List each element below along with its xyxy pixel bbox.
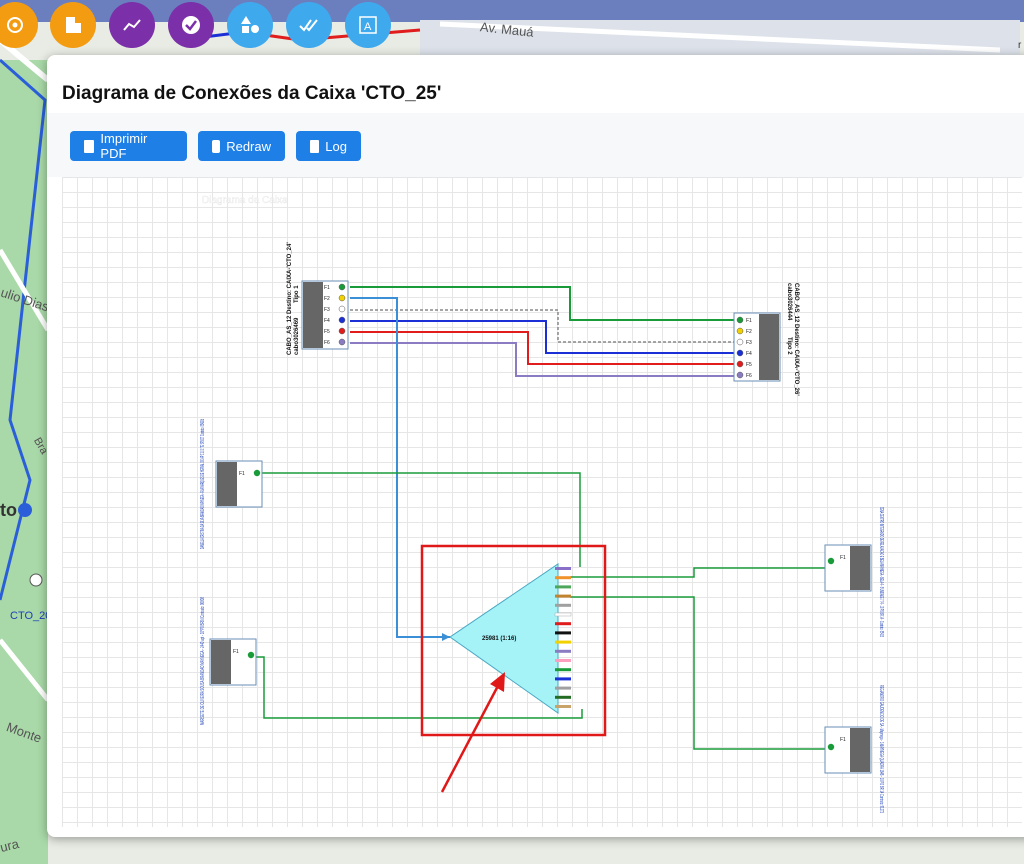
- target-icon: [7, 17, 23, 33]
- map-corner-label: r: [1018, 40, 1022, 51]
- route-icon: [123, 19, 141, 31]
- cable-left-fiber-label: F4: [324, 318, 330, 324]
- cable-right-fiber-label: F2: [746, 329, 752, 335]
- cable-right-fiber-label: F3: [746, 340, 752, 346]
- splitter-output-port[interactable]: [555, 686, 571, 690]
- cable-right-fiber-dot[interactable]: [736, 360, 744, 368]
- street-label-to: to: [0, 500, 17, 520]
- splitter-label: 25981 (1:16): [482, 636, 516, 642]
- cable-left-fiber-label: F1: [324, 285, 330, 291]
- building-button[interactable]: [50, 2, 96, 48]
- map-cto-label[interactable]: CTO_20: [10, 610, 51, 622]
- svg-text:A: A: [364, 21, 372, 33]
- client-1-port: F1: [239, 471, 245, 477]
- client-2-text: MARISETE DE OLIVEIRA SOUSA BRANDAO MAYNE…: [200, 597, 206, 725]
- text-frame-icon: A: [359, 16, 377, 34]
- check-button[interactable]: [168, 2, 214, 48]
- check-icon: [182, 16, 200, 34]
- cable-right-fiber-label: F6: [746, 373, 752, 379]
- cable-right-fiber-dot[interactable]: [736, 371, 744, 379]
- annotation-arrow: [440, 672, 505, 793]
- splitter-output-port[interactable]: [555, 677, 571, 681]
- cable-left-name: cabo3026469: [294, 317, 300, 355]
- cable-right-fiber-dot[interactable]: [736, 327, 744, 335]
- splitter-output-port[interactable]: [555, 705, 571, 708]
- cable-left-fiber-label: F3: [324, 307, 330, 313]
- client-box-2[interactable]: F1 MARISETE DE OLIVEIRA SOUSA BRANDAO MA…: [200, 597, 257, 725]
- splitter-output-port[interactable]: [555, 668, 571, 672]
- cable-left-fiber-dot[interactable]: [338, 283, 346, 291]
- document-icon: [84, 139, 95, 153]
- splitter[interactable]: 25981 (1:16): [442, 563, 572, 714]
- client-2-port: F1: [233, 649, 239, 655]
- cable-right-fiber-dot[interactable]: [736, 338, 744, 346]
- client-3-port: F1: [840, 555, 846, 561]
- target-button[interactable]: [0, 2, 38, 48]
- cable-left-tipo: Tipo 1: [294, 285, 300, 303]
- cable-left-fiber-dot[interactable]: [338, 338, 346, 346]
- cable-right-name: cabo3026444: [786, 283, 792, 321]
- connection-diagram-modal: Diagrama de Conexões da Caixa 'CTO_25' I…: [47, 55, 1024, 837]
- splitter-output-port[interactable]: [555, 622, 571, 626]
- shapes-button[interactable]: [227, 2, 273, 48]
- modal-action-bar: [47, 113, 1024, 177]
- cable-left-fiber-dot[interactable]: [338, 294, 346, 302]
- splitter-output-port[interactable]: [555, 603, 571, 607]
- splitter-output-port[interactable]: [555, 567, 571, 570]
- cable-right-fiber-label: F4: [746, 351, 752, 357]
- cable-right-fiber-label: F1: [746, 318, 752, 324]
- splitter-output-port[interactable]: [555, 640, 571, 644]
- cable-left-fiber-dot[interactable]: [338, 316, 346, 324]
- client-box-3[interactable]: F1 CENA CENTRO INTEGRADO DE RELAXACAO E …: [824, 507, 884, 637]
- map-toolbar: A: [0, 0, 400, 50]
- refresh-icon: [212, 139, 221, 153]
- cable-right-tipo: Tipo 2: [786, 337, 792, 355]
- building-icon: [66, 17, 81, 33]
- diagram-svg[interactable]: Diagrama da Caixa F1F2F3F4F5F6 cabo30264…: [62, 177, 1022, 827]
- route-button[interactable]: [109, 2, 155, 48]
- canvas-title: Diagrama da Caixa: [202, 195, 288, 206]
- splitter-output-port[interactable]: [555, 659, 571, 662]
- cable-left-fiber-dot[interactable]: [338, 305, 346, 313]
- cable-left-fiber-label: F2: [324, 296, 330, 302]
- log-label: Log: [325, 138, 347, 154]
- cable-right-desc: CABO_AS_12 Destino: CAIXA-'CTO_26': [793, 283, 799, 396]
- splitter-output-port[interactable]: [554, 612, 572, 617]
- cable-left-fiber-dot[interactable]: [338, 327, 346, 335]
- client-1-text: DANIELLA CRISTINA DA SILVA BRANDAO MAYNE…: [200, 419, 206, 549]
- client-4-port: F1: [840, 737, 846, 743]
- splitter-output-port[interactable]: [555, 631, 571, 635]
- redraw-label: Redraw: [226, 138, 271, 154]
- splitter-output-port[interactable]: [555, 585, 571, 589]
- cable-box-left[interactable]: F1 F2 F3 F4 F5 F6 cabo3026469 Tipo 1 CABO_AS_…: [287, 242, 349, 355]
- splitter-output-port[interactable]: [555, 649, 571, 653]
- cable-right-fiber-dot[interactable]: [736, 349, 744, 357]
- redraw-button[interactable]: Redraw: [198, 131, 285, 161]
- clipboard-icon: [310, 139, 320, 153]
- print-pdf-label: Imprimir PDF: [100, 131, 148, 161]
- cable-left-desc: CABO_AS_12 Destino: CAIXA-'CTO_24': [287, 242, 293, 355]
- text-frame-button[interactable]: A: [345, 2, 391, 48]
- client-box-4[interactable]: F1 REGIANDRO GAUDENCIO DE SA - Maynega -…: [824, 685, 884, 813]
- shapes-icon: [241, 16, 259, 33]
- cable-right-fiber-dot[interactable]: [736, 316, 744, 324]
- cable-left-fiber-label: F5: [324, 329, 330, 335]
- client-box-1[interactable]: F1 DANIELLA CRISTINA DA SILVA BRANDAO MA…: [200, 419, 263, 549]
- splitter-output-port[interactable]: [555, 576, 571, 580]
- splitter-output-port[interactable]: [555, 695, 571, 699]
- cable-box-right[interactable]: F1 F2 F3 F4 F5 F6 cabo3026444 Tipo 2 CABO_AS_…: [733, 283, 799, 396]
- print-pdf-button[interactable]: Imprimir PDF: [70, 131, 187, 161]
- client-3-text: CENA CENTRO INTEGRADO DE RELAXACAO E BEL…: [878, 507, 884, 637]
- cable-left-fiber-label: F6: [324, 340, 330, 346]
- diagram-canvas[interactable]: Diagrama da Caixa F1 F2 F3 F4 F5 F6 cabo…: [62, 177, 1022, 827]
- modal-title: Diagrama de Conexões da Caixa 'CTO_25': [62, 83, 442, 104]
- double-check-button[interactable]: [286, 2, 332, 48]
- client-4-text: REGIANDRO GAUDENCIO DE SA - Maynega - 3 …: [878, 685, 884, 813]
- splitter-output-port[interactable]: [555, 594, 571, 598]
- cable-right-fiber-label: F5: [746, 362, 752, 368]
- double-check-icon: [299, 19, 318, 32]
- log-button[interactable]: Log: [296, 131, 361, 161]
